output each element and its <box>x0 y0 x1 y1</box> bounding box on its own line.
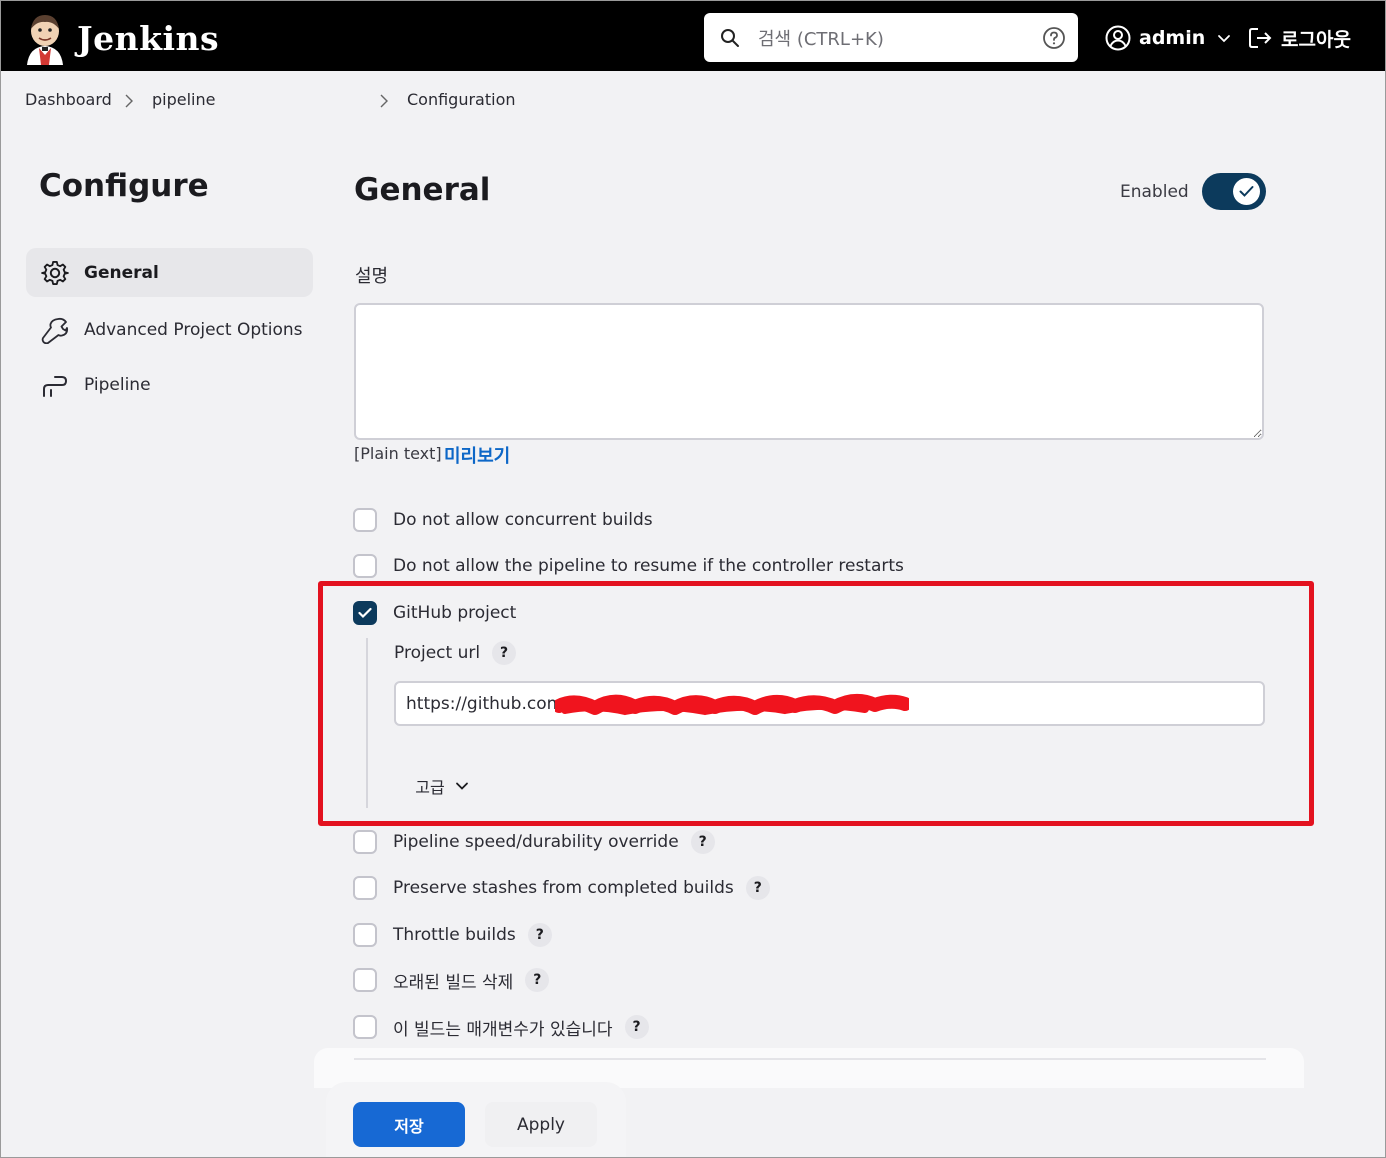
chevron-right-icon <box>125 94 133 108</box>
user-name: admin <box>1139 27 1206 49</box>
option-label: 오래된 빌드 삭제 <box>393 972 514 993</box>
checkmark-icon <box>1239 186 1254 197</box>
breadcrumb-dashboard[interactable]: Dashboard <box>25 90 112 109</box>
sidebar-item-label: Advanced Project Options <box>84 319 303 340</box>
top-navigation-bar: Jenkins admin 로그아웃 <box>1 1 1385 71</box>
checkbox[interactable] <box>353 876 377 900</box>
option-label: 이 빌드는 매개변수가 있습니다 <box>393 1019 613 1040</box>
project-url-label: Project url ? <box>394 640 517 666</box>
checkbox[interactable] <box>353 554 377 578</box>
help-circle-icon[interactable] <box>1042 26 1066 50</box>
user-avatar-icon <box>1105 25 1131 51</box>
breadcrumb-configuration[interactable]: Configuration <box>407 90 516 109</box>
checkbox-checked[interactable] <box>353 601 377 625</box>
option-durability-override[interactable]: Pipeline speed/durability override ? <box>353 828 715 856</box>
chevron-down-icon <box>455 782 468 790</box>
advanced-button[interactable]: 고급 <box>394 764 490 808</box>
checkbox[interactable] <box>353 830 377 854</box>
option-concurrent-builds[interactable]: Do not allow concurrent builds <box>353 506 653 534</box>
project-url-input[interactable] <box>394 681 1265 726</box>
save-button[interactable]: 저장 <box>353 1102 465 1147</box>
search-icon <box>721 29 739 47</box>
checkbox[interactable] <box>353 1015 377 1039</box>
gear-icon <box>41 260 69 285</box>
advanced-label: 고급 <box>415 778 445 797</box>
description-label: 설명 <box>355 266 389 287</box>
chevron-right-icon <box>380 94 388 108</box>
option-pipeline-resume[interactable]: Do not allow the pipeline to resume if t… <box>353 552 904 580</box>
checkbox[interactable] <box>353 968 377 992</box>
option-label: Throttle builds <box>393 925 516 945</box>
toggle-knob <box>1233 178 1260 205</box>
plain-text-label: [Plain text] <box>354 444 442 463</box>
search-input[interactable] <box>756 23 1020 55</box>
option-label: Preserve stashes from completed builds <box>393 878 734 898</box>
section-divider <box>354 1058 1266 1060</box>
option-preserve-stashes[interactable]: Preserve stashes from completed builds ? <box>353 874 770 902</box>
help-button[interactable]: ? <box>492 641 517 665</box>
logout-button[interactable]: 로그아웃 <box>1247 23 1351 53</box>
option-label: Pipeline speed/durability override <box>393 832 679 852</box>
checkbox[interactable] <box>353 508 377 532</box>
checkbox[interactable] <box>353 923 377 947</box>
option-throttle-builds[interactable]: Throttle builds ? <box>353 921 552 949</box>
sidebar-title: Configure <box>39 168 209 204</box>
search-bar[interactable] <box>704 13 1078 62</box>
help-button[interactable]: ? <box>527 923 552 947</box>
option-label: Do not allow the pipeline to resume if t… <box>393 556 904 576</box>
preview-link[interactable]: 미리보기 <box>444 442 510 468</box>
section-title: General <box>354 172 491 208</box>
option-parameterized-build[interactable]: 이 빌드는 매개변수가 있습니다 ? <box>353 1013 649 1041</box>
jenkins-home-link[interactable]: Jenkins <box>23 11 233 65</box>
logout-icon <box>1249 28 1272 48</box>
checkmark-icon <box>358 607 372 619</box>
user-menu[interactable]: admin <box>1105 23 1231 53</box>
field-label: Project url <box>394 643 481 663</box>
help-button[interactable]: ? <box>745 876 770 900</box>
option-label: GitHub project <box>393 603 517 623</box>
enabled-toggle[interactable] <box>1202 173 1266 210</box>
sidebar-item-label: Pipeline <box>84 374 151 395</box>
sidebar-item-general[interactable]: General <box>26 248 313 297</box>
sidebar-item-pipeline[interactable]: Pipeline <box>26 360 313 409</box>
option-github-project[interactable]: GitHub project <box>353 599 516 627</box>
logout-label: 로그아웃 <box>1281 28 1351 51</box>
sidebar-item-advanced-project-options[interactable]: Advanced Project Options <box>26 305 313 354</box>
jenkins-logo-icon <box>27 15 63 65</box>
sidebar-item-label: General <box>84 262 159 283</box>
enabled-label: Enabled <box>1120 182 1189 202</box>
help-button[interactable]: ? <box>624 1015 649 1039</box>
nested-section-indicator <box>366 638 368 808</box>
breadcrumb-pipeline[interactable]: pipeline <box>152 90 215 109</box>
help-button[interactable]: ? <box>690 830 715 854</box>
apply-button[interactable]: Apply <box>485 1102 597 1147</box>
option-label: Do not allow concurrent builds <box>393 510 653 530</box>
brand-title: Jenkins <box>77 18 220 58</box>
wrench-icon <box>41 317 69 344</box>
chevron-down-icon <box>1218 35 1231 43</box>
description-textarea[interactable] <box>354 303 1264 440</box>
pipeline-icon <box>43 375 68 397</box>
option-discard-old-builds[interactable]: 오래된 빌드 삭제 ? <box>353 966 550 994</box>
help-button[interactable]: ? <box>525 968 550 992</box>
